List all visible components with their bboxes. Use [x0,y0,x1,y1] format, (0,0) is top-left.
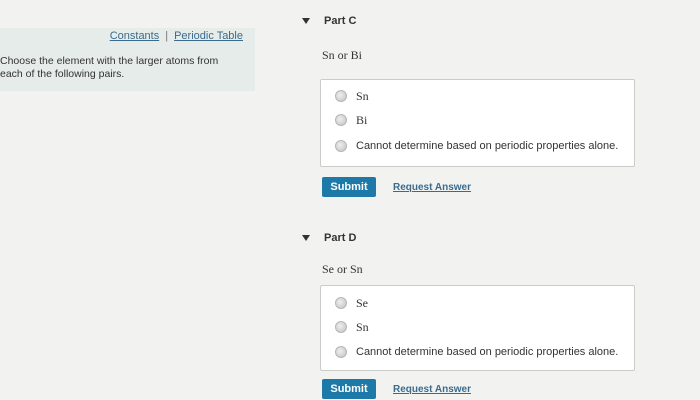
answer-option-sn[interactable]: Sn [335,320,369,334]
answer-options-box: Se Sn Cannot determine based on periodic… [320,285,635,371]
part-c-header[interactable]: Part C [302,15,356,27]
instructions-text: Choose the element with the larger atoms… [0,55,219,80]
answer-option-cannot-determine[interactable]: Cannot determine based on periodic prope… [335,345,618,359]
submit-button[interactable]: Submit [322,177,376,197]
answer-option-se[interactable]: Se [335,296,368,310]
periodic-table-link[interactable]: Periodic Table [174,30,243,42]
part-title: Part C [324,15,357,27]
radio-button[interactable] [335,346,347,358]
link-separator: | [165,30,169,42]
collapse-triangle-icon[interactable] [302,235,310,242]
option-label: Sn [356,319,369,334]
answer-option-bi[interactable]: Bi [335,113,367,127]
option-label: Cannot determine based on periodic prope… [356,346,619,358]
request-answer-link[interactable]: Request Answer [393,182,471,193]
collapse-triangle-icon[interactable] [302,18,310,25]
option-label: Bi [356,112,368,127]
answer-options-box: Sn Bi Cannot determine based on periodic… [320,79,635,167]
radio-button[interactable] [335,297,347,309]
radio-button[interactable] [335,321,347,333]
part-title: Part D [324,232,357,244]
option-label: Se [356,295,368,310]
answer-option-cannot-determine[interactable]: Cannot determine based on periodic prope… [335,139,618,153]
question-text: Se or Sn [322,262,363,276]
radio-button[interactable] [335,140,347,152]
submit-button[interactable]: Submit [322,379,376,399]
question-text: Sn or Bi [322,48,363,62]
request-answer-link[interactable]: Request Answer [393,384,471,395]
part-d-header[interactable]: Part D [302,232,356,244]
option-label: Sn [356,88,369,103]
reference-links: Constants | Periodic Table [0,30,243,42]
radio-button[interactable] [335,90,347,102]
radio-button[interactable] [335,114,347,126]
option-label: Cannot determine based on periodic prope… [356,140,619,152]
constants-link[interactable]: Constants [110,30,160,42]
answer-option-sn[interactable]: Sn [335,89,369,103]
